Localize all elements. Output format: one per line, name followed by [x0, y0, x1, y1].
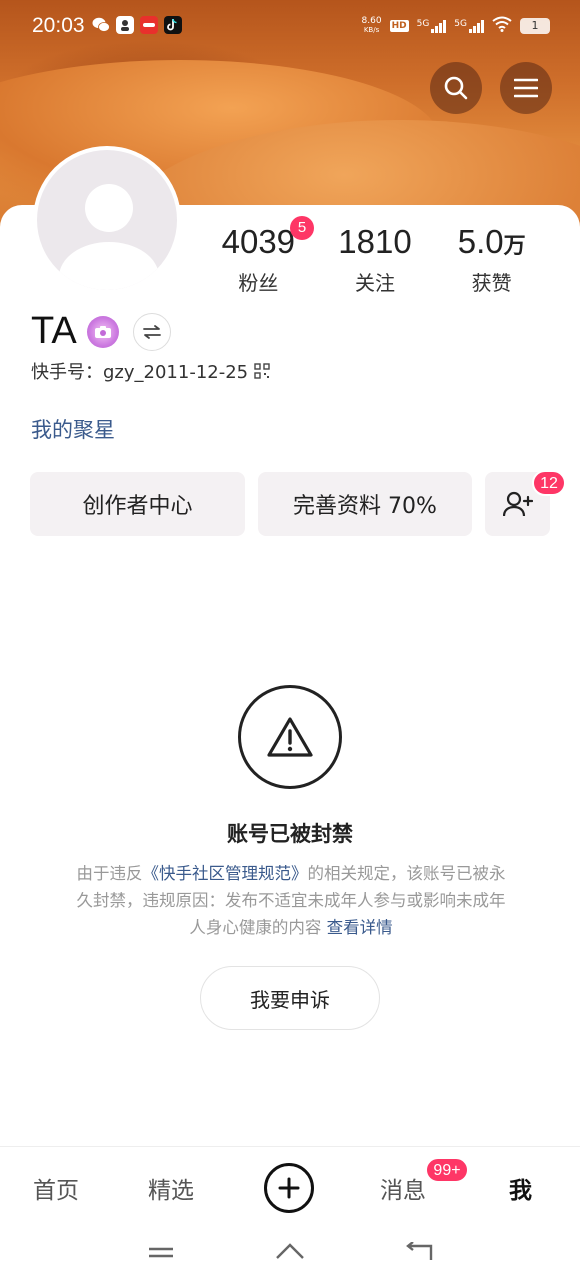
default-avatar-icon — [37, 150, 177, 290]
following-count: 1810 — [338, 223, 412, 260]
tab-messages[interactable]: 消息 — [380, 1171, 426, 1205]
view-details-link[interactable]: 查看详情 — [327, 918, 393, 937]
plus-icon — [278, 1177, 300, 1199]
switch-icon — [142, 324, 161, 339]
stat-value: 5.0万 — [433, 222, 550, 267]
ban-title: 账号已被封禁 — [227, 822, 353, 846]
search-icon — [444, 76, 468, 100]
account-id[interactable]: 快手号：gzy_2011-12-25 — [31, 358, 270, 384]
likes-count: 5.0 — [457, 223, 504, 260]
app-notification-icon — [116, 16, 134, 34]
wifi-icon — [492, 16, 512, 35]
add-user-icon — [502, 491, 533, 517]
tab-featured[interactable]: 精选 — [148, 1171, 194, 1205]
ban-description: 由于违反《快手社区管理规范》的相关规定，该账号已被永久封禁，违规原因：发布不适宜… — [76, 860, 506, 941]
avatar[interactable] — [33, 146, 181, 294]
recent-apps-icon[interactable] — [148, 1246, 174, 1258]
status-bar: 20:03 8.60 KB/s HD 5G 5G 1 — [0, 0, 580, 52]
community-rules-link[interactable]: 《快手社区管理规范》 — [143, 864, 308, 883]
profile-name-row: TA — [31, 310, 171, 353]
warning-icon — [267, 717, 313, 757]
stat-following[interactable]: 1810 关注 — [317, 222, 434, 296]
profile-name: TA — [31, 310, 77, 352]
status-time: 20:03 — [32, 14, 85, 37]
add-friend-button[interactable]: 12 — [485, 470, 566, 536]
appeal-button[interactable]: 我要申诉 — [200, 966, 380, 1030]
sim1-network-type: 5G — [416, 18, 430, 29]
network-speed: 8.60 KB/s — [361, 15, 382, 35]
warning-circle — [238, 685, 342, 789]
battery-icon: 1 — [520, 17, 550, 34]
tab-home[interactable]: 首页 — [33, 1171, 79, 1205]
network-speed-value: 8.60 — [361, 15, 382, 26]
stat-likes[interactable]: 5.0万 获赞 — [433, 222, 550, 296]
stat-label: 关注 — [355, 271, 395, 295]
my-fanclub-link[interactable]: 我的聚星 — [31, 414, 115, 444]
tiktok-icon — [164, 16, 182, 34]
stat-value: 1810 — [317, 222, 434, 267]
ban-desc-prefix: 由于违反 — [76, 864, 143, 883]
qr-code-icon[interactable] — [254, 363, 270, 379]
create-post-button[interactable] — [264, 1163, 314, 1213]
hd-voice-icon: HD — [389, 19, 409, 32]
avatar-body — [59, 242, 159, 290]
app-notification-icon — [140, 16, 158, 34]
stat-label: 粉丝 — [238, 271, 279, 295]
menu-button[interactable] — [500, 62, 552, 114]
messages-badge: 99+ — [425, 1157, 469, 1183]
battery-level: 1 — [531, 19, 539, 32]
signal-icon-sim2: 5G — [454, 19, 484, 33]
menu-icon — [514, 78, 538, 98]
profile-actions: 创作者中心 完善资料 70% 12 — [30, 470, 566, 536]
complete-profile-button[interactable]: 完善资料 70% — [258, 472, 472, 536]
stat-label: 获赞 — [471, 271, 512, 295]
back-icon[interactable] — [405, 1242, 433, 1260]
sim2-network-type: 5G — [454, 18, 467, 29]
profile-stats: 4039 粉丝 5 1810 关注 5.0万 获赞 — [200, 216, 550, 296]
home-icon[interactable] — [275, 1242, 305, 1260]
tab-me[interactable]: 我 — [509, 1171, 532, 1205]
network-speed-unit: KB/s — [363, 25, 380, 34]
status-notification-icons — [92, 16, 182, 34]
stat-followers[interactable]: 4039 粉丝 5 — [200, 216, 317, 296]
signal-icon-sim1: 5G — [417, 19, 447, 33]
wechat-icon — [92, 16, 110, 34]
search-button[interactable] — [430, 62, 482, 114]
account-id-text: 快手号：gzy_2011-12-25 — [31, 362, 249, 383]
bottom-tab-bar: 首页 精选 消息 99+ 我 — [0, 1146, 580, 1230]
system-nav-bar — [0, 1230, 580, 1263]
avatar-head — [85, 184, 133, 232]
camera-badge-icon[interactable] — [86, 315, 119, 348]
stat-unit: 万 — [503, 234, 526, 259]
creator-center-button[interactable]: 创作者中心 — [30, 472, 245, 536]
switch-account-button[interactable] — [132, 312, 171, 351]
status-system-icons: 8.60 KB/s HD 5G 5G 1 — [362, 16, 550, 35]
followers-count: 4039 — [221, 223, 296, 260]
new-followers-badge: 5 — [290, 216, 314, 240]
friend-request-badge: 12 — [532, 470, 566, 496]
